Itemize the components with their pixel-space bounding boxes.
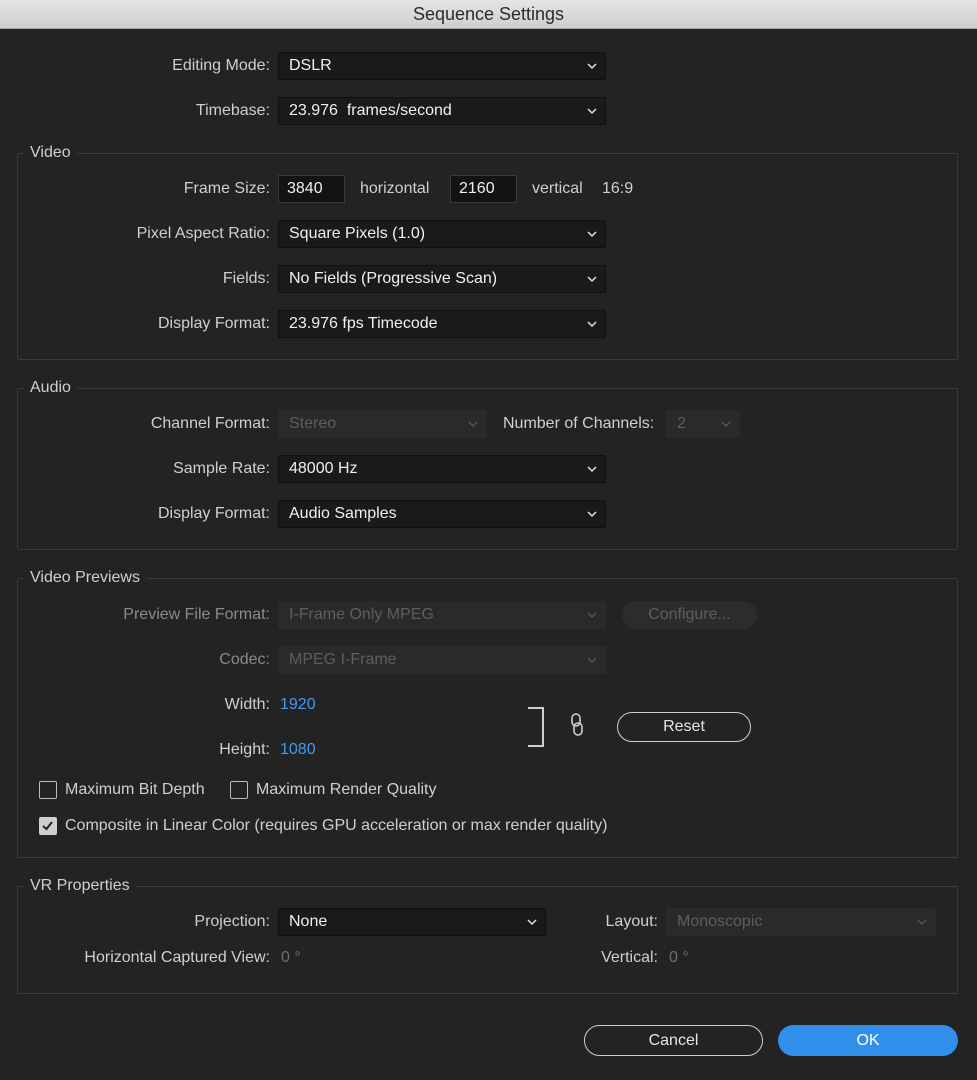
codec-label: Codec: [219,651,270,668]
chevron-down-icon [468,421,478,428]
audio-display-format-label: Display Format: [157,505,270,522]
audio-group-title: Audio [24,378,77,398]
chevron-down-icon [587,657,597,664]
sample-rate-dropdown[interactable]: 48000 Hz [278,455,606,483]
bracket-icon [528,707,544,747]
timebase-dropdown[interactable]: 23.976 frames/second [278,97,606,125]
aspect-ratio-text: 16:9 [602,180,634,197]
h-captured-view-value: 0 ° [281,949,301,966]
editing-mode-dropdown[interactable]: DSLR [278,52,606,80]
chevron-down-icon [587,276,597,283]
video-display-format-value: 23.976 fps Timecode [289,315,438,332]
frame-width-input[interactable]: 3840 [278,175,345,203]
horizontal-label: horizontal [360,180,430,197]
preview-file-format-value: I-Frame Only MPEG [289,606,434,623]
chevron-down-icon [917,919,927,926]
chevron-down-icon [527,919,537,926]
checkmark-icon [42,821,53,831]
editing-mode-value: DSLR [289,57,332,74]
frame-height-input[interactable]: 2160 [450,175,517,203]
chevron-down-icon [587,511,597,518]
max-render-quality-label: Maximum Render Quality [256,781,437,798]
layout-label: Layout: [605,913,658,930]
video-group-title: Video [24,143,77,163]
linear-color-label: Composite in Linear Color (requires GPU … [65,817,608,834]
preview-width-label: Width: [224,696,270,713]
h-captured-view-label: Horizontal Captured View: [84,949,270,966]
frame-size-label: Frame Size: [183,180,270,197]
audio-display-format-value: Audio Samples [289,505,397,522]
configure-button[interactable]: Configure... [622,601,757,629]
chevron-down-icon [587,321,597,328]
video-display-format-dropdown[interactable]: 23.976 fps Timecode [278,310,606,338]
max-render-quality-checkbox[interactable] [230,781,248,799]
timebase-value: 23.976 frames/second [289,102,452,119]
chevron-down-icon [587,63,597,70]
window-title: Sequence Settings [0,0,977,29]
video-previews-group-title: Video Previews [24,568,146,588]
preview-file-format-label: Preview File Format: [123,606,270,623]
chevron-down-icon [587,466,597,473]
reset-button[interactable]: Reset [617,712,751,742]
codec-dropdown[interactable]: MPEG I-Frame [278,646,606,674]
timebase-label: Timebase: [195,102,270,119]
preview-height-value[interactable]: 1080 [280,740,316,760]
chevron-down-icon [587,231,597,238]
fields-label: Fields: [222,270,270,287]
preview-height-label: Height: [219,741,270,758]
preview-width-value[interactable]: 1920 [280,695,316,715]
cancel-button[interactable]: Cancel [584,1025,763,1056]
max-bit-depth-checkbox[interactable] [39,781,57,799]
projection-value: None [289,913,328,930]
num-channels-dropdown[interactable]: 2 [666,410,740,438]
ok-button[interactable]: OK [778,1025,958,1056]
layout-dropdown[interactable]: Monoscopic [666,908,936,936]
channel-format-dropdown[interactable]: Stereo [278,410,487,438]
num-channels-label: Number of Channels: [503,415,655,432]
channel-format-label: Channel Format: [150,415,270,432]
channel-format-value: Stereo [289,415,337,432]
fields-dropdown[interactable]: No Fields (Progressive Scan) [278,265,606,293]
vr-group-title: VR Properties [24,876,136,896]
chevron-down-icon [587,612,597,619]
sample-rate-label: Sample Rate: [173,460,270,477]
chevron-down-icon [587,108,597,115]
par-dropdown[interactable]: Square Pixels (1.0) [278,220,606,248]
sample-rate-value: 48000 Hz [289,460,358,477]
vr-vertical-value: 0 ° [669,949,689,966]
projection-label: Projection: [194,913,270,930]
vr-group [17,886,958,994]
vertical-label: vertical [532,180,583,197]
editing-mode-label: Editing Mode: [172,57,270,74]
layout-value: Monoscopic [677,913,763,930]
max-bit-depth-label: Maximum Bit Depth [65,781,205,798]
preview-file-format-dropdown[interactable]: I-Frame Only MPEG [278,601,606,629]
chevron-down-icon [721,421,731,428]
audio-display-format-dropdown[interactable]: Audio Samples [278,500,606,528]
par-value: Square Pixels (1.0) [289,225,426,242]
link-icon[interactable] [568,712,586,738]
codec-value: MPEG I-Frame [289,651,397,668]
video-display-format-label: Display Format: [157,315,270,332]
par-label: Pixel Aspect Ratio: [136,225,270,242]
projection-dropdown[interactable]: None [278,908,546,936]
linear-color-checkbox[interactable] [39,817,57,835]
vr-vertical-label: Vertical: [601,949,658,966]
num-channels-value: 2 [677,415,686,432]
fields-value: No Fields (Progressive Scan) [289,270,498,287]
